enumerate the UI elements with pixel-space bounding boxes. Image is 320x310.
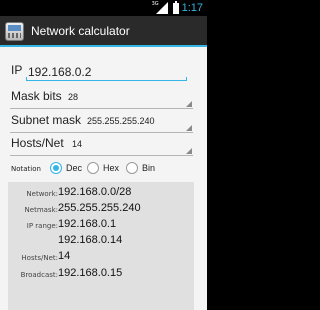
main-content: IP Mask bits 28 Subnet mask 255.255.255.…: [0, 47, 207, 310]
hosts-net-spinner[interactable]: Hosts/Net 14: [0, 134, 207, 156]
signal-icon: 3G: [152, 2, 170, 14]
hosts-net-result-label: Hosts/Net:: [21, 254, 58, 262]
ip-input-underline: [26, 80, 187, 81]
hosts-net-result-value: 14: [58, 250, 71, 262]
bin-radio-label[interactable]: Bin: [142, 163, 155, 173]
dropdown-arrow-icon: [186, 101, 192, 107]
dropdown-arrow-icon: [186, 125, 192, 131]
ip-range-label: IP range:: [26, 222, 58, 230]
ip-input[interactable]: [28, 63, 188, 81]
action-bar: Network calculator: [0, 16, 207, 47]
netmask-value: 255.255.255.240: [58, 202, 141, 214]
dec-radio-label[interactable]: Dec: [66, 163, 82, 173]
broadcast-label: Broadcast:: [20, 271, 58, 279]
app-title: Network calculator: [31, 24, 130, 38]
hex-radio[interactable]: [87, 162, 99, 174]
calculator-app-icon[interactable]: [5, 22, 24, 41]
hosts-net-label: Hosts/Net: [11, 136, 64, 150]
dropdown-arrow-icon: [186, 148, 192, 154]
clock: 1:17: [181, 2, 203, 14]
subnet-mask-spinner[interactable]: Subnet mask 255.255.255.240: [0, 111, 207, 133]
battery-icon: [172, 0, 179, 14]
ip-input-underline-left: [26, 77, 27, 81]
status-icons: 3G 1:17: [152, 0, 203, 15]
bin-radio[interactable]: [126, 162, 138, 174]
broadcast-value: 192.168.0.15: [58, 267, 123, 279]
notation-group: Notation Dec Hex Bin: [0, 161, 207, 177]
hosts-net-value: 14: [72, 139, 83, 149]
dec-radio[interactable]: [50, 162, 62, 174]
results-panel: Network: 192.168.0.0/28 Netmask: 255.255…: [8, 182, 194, 310]
subnet-mask-label: Subnet mask: [11, 113, 82, 127]
mask-bits-value: 28: [68, 92, 79, 102]
hex-radio-label[interactable]: Hex: [103, 163, 119, 173]
netmask-label: Netmask:: [24, 206, 58, 214]
network-value: 192.168.0.0/28: [58, 186, 132, 198]
subnet-mask-underline: [10, 132, 193, 133]
subnet-mask-value: 255.255.255.240: [87, 116, 155, 126]
ip-range-end: 192.168.0.14: [58, 234, 123, 246]
ip-range-start: 192.168.0.1: [58, 218, 117, 230]
mask-bits-underline: [10, 108, 193, 109]
ip-label: IP: [11, 63, 23, 77]
status-bar: 3G 1:17: [0, 0, 207, 16]
mask-bits-spinner[interactable]: Mask bits 28: [0, 87, 207, 109]
hosts-net-underline: [10, 155, 193, 156]
notation-label: Notation: [11, 165, 41, 173]
network-label: Network:: [26, 190, 58, 198]
ip-input-underline-right: [186, 77, 187, 81]
mask-bits-label: Mask bits: [11, 89, 62, 103]
